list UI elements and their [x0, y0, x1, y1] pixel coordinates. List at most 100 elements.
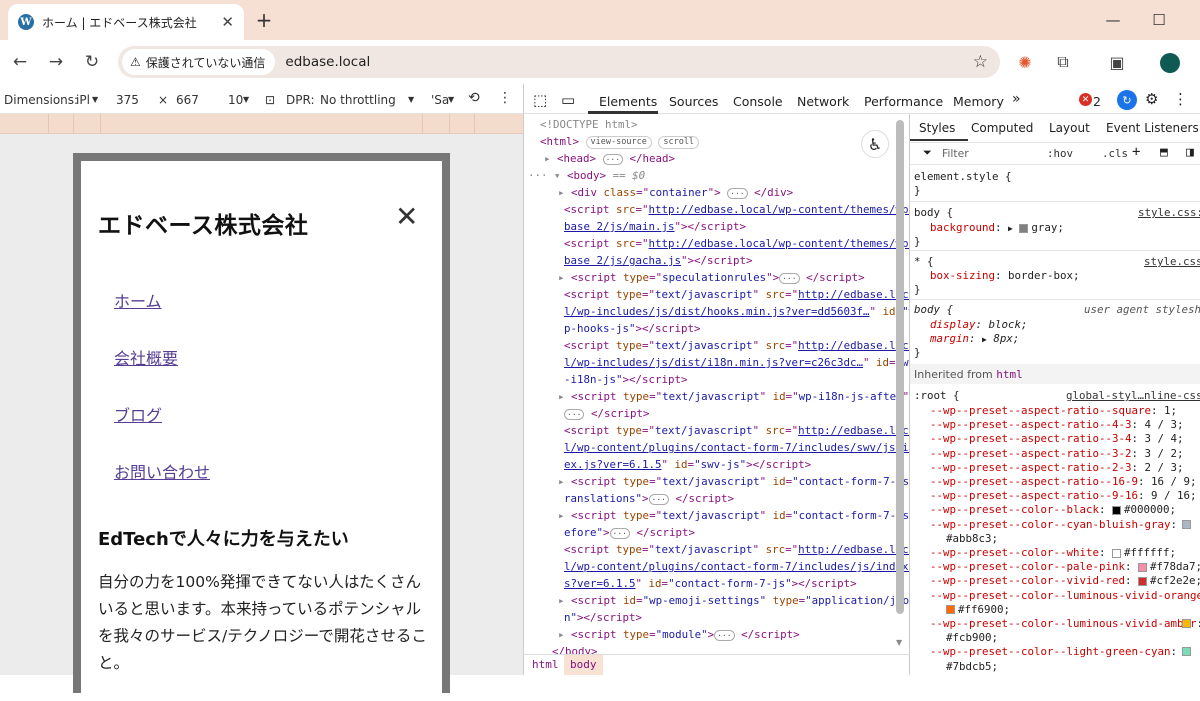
new-tab-button[interactable]: + [252, 8, 276, 32]
dom-script-i18n[interactable]: <script type="text/javascript" src="http… [564, 338, 909, 355]
margin-declaration[interactable]: margin: ▶ 8px; [930, 332, 1019, 345]
custom-property-row[interactable]: --wp--preset--aspect-ratio--2-3: 2 / 3; [930, 461, 1184, 474]
custom-property-row[interactable]: --wp--preset--color--light-green-cyan: [930, 645, 1177, 658]
custom-property-row[interactable]: --wp--preset--color--cyan-bluish-gray: [930, 518, 1177, 531]
extension-icon[interactable]: ✺ [1012, 50, 1038, 74]
custom-property-row[interactable]: --wp--preset--aspect-ratio--4-3: 4 / 3; [930, 418, 1184, 431]
dom-script-gacha[interactable]: <script src="http://edbase.local/wp-cont… [564, 236, 909, 253]
chevron-down-icon[interactable]: ▼ [448, 95, 454, 104]
device-toggle-icon[interactable]: ▭ [561, 91, 575, 109]
custom-property-row[interactable]: --wp--preset--aspect-ratio--square: 1; [930, 404, 1177, 417]
close-menu-icon[interactable]: ✕ [395, 203, 418, 231]
custom-property-row[interactable]: --wp--preset--aspect-ratio--9-16: 9 / 16… [930, 489, 1197, 502]
address-bar[interactable]: ⚠ 保護されていない通信 edbase.local ☆ [118, 46, 1000, 78]
body-rule-source[interactable]: style.css:1 [1138, 206, 1200, 219]
tab-computed[interactable]: Computed [971, 121, 1033, 135]
custom-property-row[interactable]: --wp--preset--color--black: #000000; [930, 503, 1176, 516]
tab-memory[interactable]: Memory [953, 94, 1004, 109]
color-swatch[interactable] [1182, 647, 1191, 657]
color-swatch[interactable] [1182, 519, 1191, 529]
chevron-down-icon[interactable]: ▼ [408, 95, 414, 104]
more-select[interactable]: 'Sa [431, 93, 449, 107]
tab-performance[interactable]: Performance [864, 94, 943, 109]
custom-property-row[interactable]: #ff6900; [946, 603, 1010, 616]
dom-doctype[interactable]: <!DOCTYPE html> [540, 117, 638, 134]
dom-body-close[interactable]: </body> [552, 644, 598, 654]
nav-link-about[interactable]: 会社概要 [114, 345, 178, 369]
dom-div-container[interactable]: ▸ <div class="container"> ··· </div> [558, 185, 793, 202]
scroll-down-icon[interactable]: ▼ [896, 638, 902, 647]
dom-script-i18n-after[interactable]: ▸ <script type="text/javascript" id="wp-… [558, 389, 909, 406]
width-input[interactable]: 375 [116, 93, 139, 107]
more-icon[interactable]: ⋮ [498, 90, 512, 106]
tab-search-icon[interactable]: ▣ [1104, 50, 1130, 74]
puzzle-icon[interactable]: ⧉ [1050, 50, 1076, 74]
tab-sources[interactable]: Sources [669, 94, 718, 109]
rotate-icon[interactable]: ⟲ [468, 90, 480, 106]
dom-head[interactable]: ▸ <head> ··· </head> [544, 151, 675, 168]
tab-event-listeners[interactable]: Event Listeners [1106, 121, 1199, 135]
dom-scrollbar[interactable] [896, 120, 904, 614]
dom-script-hooks[interactable]: <script type="text/javascript" src="http… [564, 287, 909, 304]
dom-script-main[interactable]: <script src="http://edbase.local/wp-cont… [564, 202, 909, 219]
background-declaration[interactable]: background: ▶ gray; [930, 221, 1064, 234]
close-tab-icon[interactable]: ✕ [221, 13, 234, 31]
more-tabs-icon[interactable]: » [1012, 91, 1021, 107]
dom-script-cf7-before[interactable]: ▸ <script type="text/javascript" id="con… [558, 508, 909, 525]
hov-button[interactable]: :hov [1047, 147, 1073, 160]
color-swatch[interactable] [1182, 619, 1191, 628]
breadcrumb-html[interactable]: html [532, 658, 559, 671]
media-query-ruler[interactable] [0, 114, 523, 134]
zoom-select[interactable]: 10 [228, 93, 243, 107]
custom-property-row[interactable]: #fcb900; [946, 631, 998, 644]
dom-script-speculation[interactable]: ▸ <script type="speculationrules"> ··· </… [558, 270, 865, 287]
dom-script-cf7[interactable]: <script type="text/javascript" src="http… [564, 542, 909, 559]
capture-icon[interactable]: ⊡ [265, 93, 275, 107]
chevron-down-icon[interactable]: ▼ [243, 95, 249, 104]
custom-property-row[interactable]: --wp--preset--color--white: #ffffff; [930, 546, 1176, 559]
tab-network[interactable]: Network [797, 94, 849, 109]
bookmark-star-icon[interactable]: ☆ [973, 52, 988, 72]
custom-property-row[interactable]: #7bdcb5; [946, 660, 998, 673]
custom-property-row[interactable]: #abb8c3; [946, 532, 998, 545]
dom-script-swv[interactable]: <script type="text/javascript" src="http… [564, 423, 909, 440]
security-chip[interactable]: ⚠ 保護されていない通信 [122, 49, 276, 75]
maximize-button[interactable]: ☐ [1144, 8, 1174, 32]
error-icon[interactable]: ✕ [1079, 93, 1092, 106]
root-rule-selector[interactable]: :root { [914, 389, 960, 402]
display-declaration[interactable]: display: block; [930, 318, 1028, 331]
more-icon[interactable]: ⋮ [1173, 90, 1188, 108]
back-button[interactable]: ← [6, 50, 34, 74]
ai-assistant-icon[interactable]: ↻ [1117, 90, 1137, 110]
url-text[interactable]: edbase.local [285, 54, 370, 70]
styles-filter-input[interactable]: Filter [942, 147, 969, 160]
element-style-rule[interactable]: element.style { [914, 170, 1012, 183]
custom-property-row[interactable]: --wp--preset--color--pale-pink: #f78da7; [930, 560, 1200, 573]
custom-property-row[interactable]: --wp--preset--aspect-ratio--3-2: 3 / 2; [930, 447, 1184, 460]
profile-avatar[interactable] [1160, 53, 1180, 73]
universal-rule-selector[interactable]: * { [914, 255, 934, 268]
tab-layout[interactable]: Layout [1049, 121, 1090, 135]
nav-link-blog[interactable]: ブログ [114, 402, 162, 426]
nav-link-home[interactable]: ホーム [114, 288, 162, 312]
custom-property-row[interactable]: --wp--preset--color--luminous-vivid-ambe… [930, 617, 1200, 630]
root-rule-source[interactable]: global-styl…nline-css: [1066, 389, 1200, 402]
dom-script-emoji[interactable]: ▸ <script id="wp-emoji-settings" type="a… [558, 593, 909, 610]
box-sizing-declaration[interactable]: box-sizing: border-box; [930, 269, 1080, 282]
device-select[interactable]: iPl [76, 93, 90, 107]
paint-icon[interactable]: ⬒ [1160, 145, 1168, 160]
forward-button[interactable]: → [42, 50, 70, 74]
breadcrumb-body[interactable]: body [564, 655, 603, 675]
dom-script-cf7-translations[interactable]: ▸ <script type="text/javascript" id="con… [558, 474, 909, 491]
custom-property-row[interactable]: --wp--preset--aspect-ratio--16-9: 16 / 9… [930, 475, 1197, 488]
minimize-button[interactable]: — [1098, 8, 1128, 32]
inspect-icon[interactable]: ⬚ [533, 91, 547, 109]
add-rule-icon[interactable]: + [1132, 144, 1140, 160]
browser-tab[interactable]: W ホーム | エドベース株式会社 ✕ [8, 4, 244, 40]
custom-property-row[interactable]: --wp--preset--aspect-ratio--3-4: 3 / 4; [930, 432, 1184, 445]
error-count[interactable]: 2 [1093, 94, 1101, 109]
chevron-down-icon[interactable]: ▼ [92, 95, 98, 104]
dom-script-module[interactable]: ▸ <script type="module"> ··· </script> [558, 627, 800, 644]
dom-html[interactable]: <html> view-source scroll [540, 134, 700, 151]
custom-property-row[interactable]: --wp--preset--color--luminous-vivid-oran… [930, 589, 1200, 602]
